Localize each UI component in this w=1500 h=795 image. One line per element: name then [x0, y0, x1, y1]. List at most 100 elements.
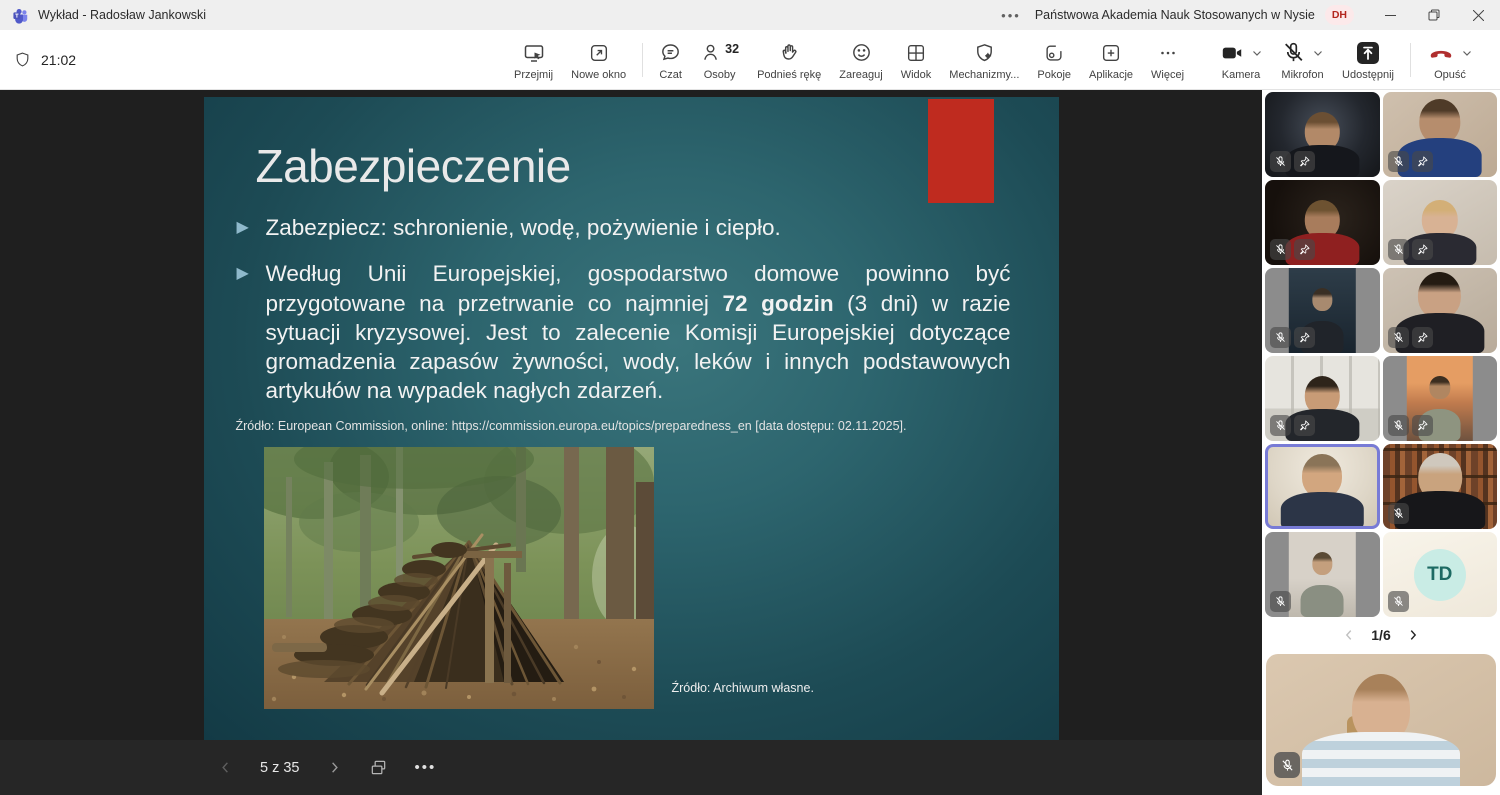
camera-button[interactable]: Kamera — [1210, 31, 1272, 89]
pagination-prev-button[interactable] — [1342, 628, 1356, 642]
titlebar-overflow-menu[interactable]: ••• — [987, 8, 1035, 23]
takeover-button[interactable]: Przejmij — [505, 31, 562, 89]
grid-view-icon — [905, 40, 927, 66]
participants-panel: TD 1/6 — [1262, 90, 1500, 795]
add-app-icon — [1100, 40, 1122, 66]
participant-tile[interactable] — [1383, 268, 1498, 353]
mic-muted-icon — [1388, 151, 1409, 172]
pin-icon[interactable] — [1412, 415, 1433, 436]
raise-hand-icon — [778, 40, 801, 66]
people-button[interactable]: 32 Osoby — [691, 31, 748, 89]
pin-icon[interactable] — [1294, 327, 1315, 348]
microphone-button[interactable]: Mikrofon — [1272, 31, 1333, 89]
mechanisms-button[interactable]: Mechanizmy... — [940, 31, 1028, 89]
mic-muted-icon — [1388, 415, 1409, 436]
slide-title: Zabezpieczenie — [256, 139, 1011, 193]
slide-position: 5 z 35 — [260, 760, 300, 776]
bold-72h: 72 godzin — [722, 291, 833, 316]
more-button[interactable]: Więcej — [1142, 31, 1193, 89]
pin-icon[interactable] — [1412, 327, 1433, 348]
presentation-stage: Zabezpieczenie ▶ Zabezpiecz: schronienie… — [0, 90, 1262, 795]
pin-icon[interactable] — [1412, 239, 1433, 260]
people-count: 32 — [725, 42, 739, 56]
slide-more-button[interactable]: ••• — [415, 759, 437, 776]
slide-nav-bar: 5 z 35 ••• — [0, 740, 1262, 795]
avatar-initials: TD — [1414, 549, 1466, 601]
apps-button[interactable]: Aplikacje — [1080, 31, 1142, 89]
slide-grid-button[interactable] — [369, 758, 388, 777]
participant-tile[interactable] — [1383, 356, 1498, 441]
leave-button[interactable]: Opuść — [1418, 31, 1482, 89]
prev-slide-button[interactable] — [218, 760, 233, 775]
chat-button[interactable]: Czat — [650, 31, 691, 89]
organization-name: Państwowa Akademia Nauk Stosowanych w Ny… — [1035, 8, 1315, 22]
share-screen-icon — [1355, 40, 1381, 66]
raise-hand-button[interactable]: Podnieś rękę — [748, 31, 830, 89]
participant-tile[interactable] — [1265, 356, 1380, 441]
restore-button[interactable] — [1412, 0, 1456, 30]
mic-muted-icon — [1270, 327, 1291, 348]
participant-tile[interactable]: TD — [1383, 532, 1498, 617]
shield-icon — [14, 51, 31, 68]
mic-off-icon — [1281, 40, 1306, 65]
slide: Zabezpieczenie ▶ Zabezpiecz: schronienie… — [204, 97, 1059, 740]
photo-caption: Źródło: Archiwum własne. — [672, 681, 814, 695]
mic-muted-icon — [1388, 327, 1409, 348]
next-slide-button[interactable] — [327, 760, 342, 775]
chat-icon — [659, 40, 682, 66]
bullet-icon: ▶ — [237, 259, 266, 405]
camera-chevron-icon[interactable] — [1251, 47, 1263, 59]
participant-tile[interactable] — [1265, 180, 1380, 265]
rooms-button[interactable]: Pokoje — [1028, 31, 1080, 89]
meeting-timer: 21:02 — [14, 51, 76, 68]
close-button[interactable] — [1456, 0, 1500, 30]
mic-chevron-icon[interactable] — [1312, 47, 1324, 59]
participant-grid: TD — [1262, 90, 1500, 617]
pin-icon[interactable] — [1412, 151, 1433, 172]
shelter-photo — [264, 447, 654, 709]
pagination-position: 1/6 — [1371, 627, 1390, 643]
pin-icon[interactable] — [1294, 151, 1315, 172]
pagination-next-button[interactable] — [1406, 628, 1420, 642]
people-icon — [700, 41, 723, 64]
participant-video — [1281, 454, 1363, 529]
participant-tile[interactable] — [1383, 180, 1498, 265]
smiley-icon — [850, 40, 873, 66]
mic-muted-icon — [1270, 239, 1291, 260]
participant-tile[interactable] — [1265, 92, 1380, 177]
slide-accent-block — [928, 99, 994, 203]
participant-tile[interactable] — [1383, 444, 1498, 529]
participant-tile[interactable] — [1265, 532, 1380, 617]
title-bar: Wykład - Radosław Jankowski ••• Państwow… — [0, 0, 1500, 30]
mic-muted-icon — [1274, 752, 1300, 778]
slide-bullet-1: Zabezpiecz: schronienie, wodę, pożywieni… — [266, 213, 781, 242]
share-button[interactable]: Udostępnij — [1333, 31, 1403, 89]
takeover-icon — [522, 40, 546, 66]
participant-tile[interactable] — [1265, 268, 1380, 353]
hang-up-icon — [1427, 39, 1455, 67]
meeting-toolbar: 21:02 Przejmij Nowe okno — [0, 30, 1500, 90]
react-button[interactable]: Zareaguj — [830, 31, 891, 89]
minimize-button[interactable] — [1368, 0, 1412, 30]
pin-icon[interactable] — [1294, 239, 1315, 260]
account-badge[interactable]: DH — [1325, 5, 1354, 25]
teams-meeting-window: Wykład - Radosław Jankowski ••• Państwow… — [0, 0, 1500, 795]
new-window-button[interactable]: Nowe okno — [562, 31, 635, 89]
featured-participant-tile[interactable] — [1266, 654, 1496, 786]
timer-value: 21:02 — [41, 52, 76, 68]
participant-tile[interactable] — [1383, 92, 1498, 177]
mic-muted-icon — [1270, 591, 1291, 612]
mic-muted-icon — [1270, 415, 1291, 436]
mic-muted-icon — [1388, 591, 1409, 612]
rooms-icon — [1043, 40, 1065, 66]
teams-logo-icon — [12, 7, 29, 24]
toolbar-divider — [642, 43, 643, 77]
bullet-icon: ▶ — [237, 213, 266, 242]
view-button[interactable]: Widok — [892, 31, 941, 89]
pin-icon[interactable] — [1294, 415, 1315, 436]
mic-muted-icon — [1388, 239, 1409, 260]
new-window-icon — [588, 40, 610, 66]
participant-tile-speaking[interactable] — [1265, 444, 1380, 529]
leave-chevron-icon[interactable] — [1461, 47, 1473, 59]
participants-pagination: 1/6 — [1262, 621, 1500, 649]
